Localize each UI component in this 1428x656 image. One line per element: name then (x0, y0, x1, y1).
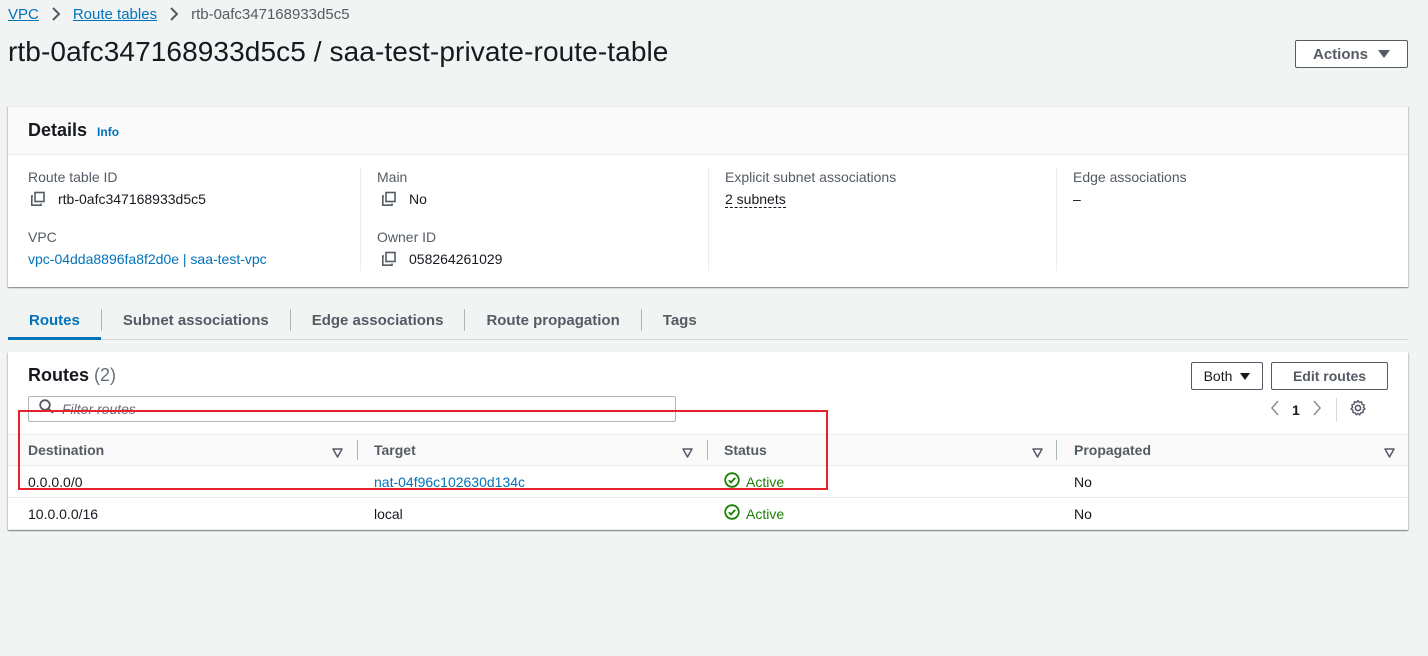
propagated-cell: No (1074, 473, 1092, 490)
table-row: 0.0.0.0/0 nat-04f96c102630d134c Active N… (8, 466, 1408, 498)
table-header-row: Destination Target Status Propagated (8, 434, 1408, 466)
caret-down-icon (1378, 50, 1390, 58)
pager-divider (1335, 398, 1337, 422)
sort-icon[interactable] (682, 445, 693, 461)
breadcrumb-current: rtb-0afc347168933d5c5 (191, 5, 350, 23)
table-row: 10.0.0.0/16 local Active No (8, 498, 1408, 530)
column-header-target[interactable]: Target (354, 434, 708, 466)
owner-id-text: 058264261029 (409, 251, 503, 267)
main-label: Main (377, 169, 408, 185)
details-header: Details Info (8, 107, 1408, 155)
column-header-status[interactable]: Status (704, 434, 1057, 466)
filter-routes-field[interactable] (28, 396, 676, 422)
sort-icon[interactable] (1032, 445, 1043, 461)
routes-title: Routes (2) (28, 365, 116, 386)
edge-associations-label: Edge associations (1073, 169, 1187, 185)
column-header-label: Status (724, 442, 767, 458)
both-filter-select[interactable]: Both (1191, 362, 1263, 390)
status-text: Active (746, 505, 785, 522)
routes-panel: Routes (2) Both Edit routes 1 (8, 352, 1408, 530)
route-table-id-text: rtb-0afc347168933d5c5 (58, 191, 206, 207)
column-header-label: Destination (28, 442, 105, 458)
route-table-id-value: rtb-0afc347168933d5c5 (30, 191, 206, 207)
tab-route-propagation[interactable]: Route propagation (465, 302, 640, 338)
target-link[interactable]: nat-04f96c102630d134c (374, 474, 525, 490)
column-divider (360, 167, 361, 271)
column-divider (708, 167, 709, 271)
target-cell: nat-04f96c102630d134c (354, 474, 704, 490)
explicit-subnet-associations-value: 2 subnets (725, 191, 786, 208)
caret-down-icon (1240, 372, 1251, 380)
column-header-propagated[interactable]: Propagated (1054, 434, 1408, 466)
destination-cell: 0.0.0.0/0 (28, 473, 83, 490)
tab-bar: Routes Subnet associations Edge associat… (8, 302, 1408, 340)
vpc-label: VPC (28, 229, 57, 245)
column-header-label: Target (374, 442, 416, 458)
copy-icon[interactable] (30, 191, 46, 207)
routes-count: (2) (94, 365, 117, 385)
info-link[interactable]: Info (97, 125, 119, 139)
sort-icon[interactable] (1384, 445, 1395, 461)
breadcrumb-link-vpc[interactable]: VPC (8, 6, 39, 23)
gear-icon[interactable] (1349, 399, 1367, 422)
tab-routes[interactable]: Routes (8, 302, 101, 340)
filter-routes-input[interactable] (62, 401, 642, 417)
details-title: Details (28, 120, 88, 140)
tab-subnet-associations[interactable]: Subnet associations (102, 302, 290, 338)
both-label: Both (1203, 368, 1233, 384)
status-cell: Active (704, 504, 1054, 523)
subnets-popover-link[interactable]: 2 subnets (725, 191, 786, 208)
chevron-left-icon[interactable] (1270, 399, 1280, 421)
main-value-text: No (409, 191, 427, 207)
breadcrumb-link-route-tables[interactable]: Route tables (73, 6, 157, 23)
tab-edge-associations[interactable]: Edge associations (291, 302, 465, 338)
propagated-cell: No (1074, 505, 1092, 522)
edit-routes-button[interactable]: Edit routes (1271, 362, 1388, 390)
status-indicator: Active (724, 504, 784, 523)
details-panel: Details Info Route table ID rtb-0afc3471… (8, 106, 1408, 287)
explicit-subnet-associations-label: Explicit subnet associations (725, 169, 897, 185)
status-cell: Active (704, 472, 1054, 491)
chevron-right-icon (51, 7, 61, 21)
column-header-label: Propagated (1074, 442, 1152, 458)
routes-title-text: Routes (28, 365, 90, 385)
search-icon (39, 399, 54, 419)
owner-id-label: Owner ID (377, 229, 437, 245)
actions-button[interactable]: Actions (1295, 40, 1408, 68)
current-page-number[interactable]: 1 (1292, 402, 1300, 418)
sort-icon[interactable] (332, 445, 343, 461)
status-indicator: Active (724, 472, 784, 491)
column-divider (1056, 167, 1057, 271)
breadcrumb: VPC Route tables rtb-0afc347168933d5c5 (8, 4, 350, 24)
check-circle-icon (724, 504, 740, 523)
route-table-id-label: Route table ID (28, 169, 118, 185)
vpc-link[interactable]: vpc-04dda8896fa8f2d0e | saa-test-vpc (28, 251, 267, 267)
owner-id-value: 058264261029 (381, 251, 502, 267)
check-circle-icon (724, 472, 740, 491)
main-value: No (381, 191, 427, 207)
column-header-destination[interactable]: Destination (8, 434, 358, 466)
status-text: Active (746, 473, 785, 490)
routes-table: Destination Target Status Propagated 0.0… (8, 434, 1408, 530)
details-body: Route table ID rtb-0afc347168933d5c5 VPC… (8, 155, 1408, 287)
copy-icon[interactable] (381, 191, 397, 207)
tab-tags[interactable]: Tags (642, 302, 718, 338)
actions-button-label: Actions (1312, 45, 1368, 63)
edge-associations-value: – (1073, 191, 1081, 207)
page-title: rtb-0afc347168933d5c5 / saa-test-private… (8, 36, 669, 67)
copy-icon[interactable] (381, 251, 397, 267)
pagination: 1 (1270, 398, 1367, 422)
destination-cell: 10.0.0.0/16 (28, 505, 99, 522)
target-cell: local (374, 505, 403, 522)
chevron-right-icon[interactable] (1312, 399, 1322, 421)
chevron-right-icon (169, 7, 179, 21)
